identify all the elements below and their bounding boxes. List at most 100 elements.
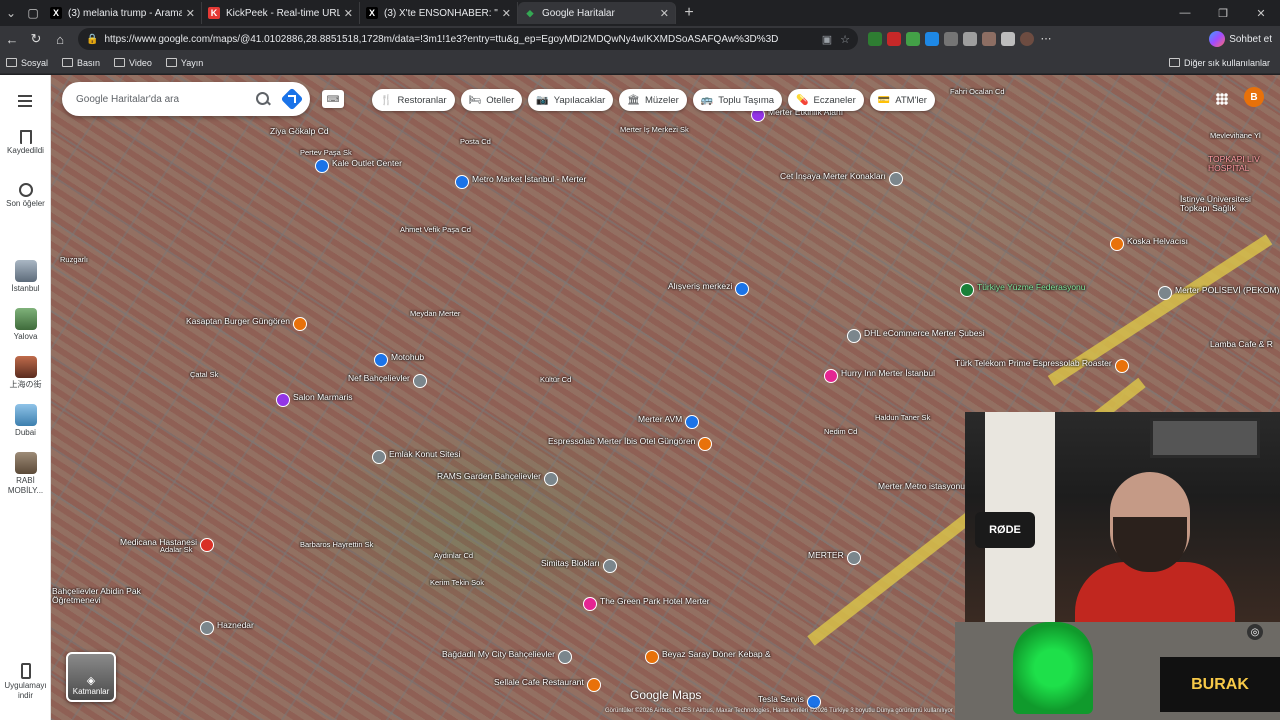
chip-museums[interactable]: 🏛 Müzeler <box>619 89 687 111</box>
lock-icon[interactable]: 🔒 <box>86 34 98 45</box>
bookmark-folder-basin[interactable]: Basın <box>62 58 100 68</box>
sidebar-item-shanghai[interactable]: 上海の街 <box>0 356 51 390</box>
account-avatar[interactable]: B <box>1244 87 1264 107</box>
poi-marker[interactable]: DHL eCommerce Merter Şubesi <box>847 329 985 343</box>
sidebar-item-rabi[interactable]: RABİ MOBİLY... <box>0 452 51 496</box>
poi-marker[interactable]: Cet İnşaya Merter Konakları <box>780 172 903 186</box>
layers-button[interactable]: ◈ Katmanlar <box>66 652 116 702</box>
poi-marker[interactable]: Kasaptan Burger Güngören <box>186 317 307 331</box>
other-favorites[interactable]: Diğer sık kullanılanlar <box>1168 58 1270 68</box>
bookmark-folder-video[interactable]: Video <box>114 58 152 68</box>
extension-icon[interactable] <box>963 32 977 46</box>
extension-icon[interactable] <box>868 32 882 46</box>
poi-marker[interactable]: Kale Outlet Center <box>315 159 402 173</box>
menu-icon[interactable] <box>18 95 32 110</box>
workspaces-icon[interactable]: ▢ <box>22 2 44 24</box>
close-icon[interactable]: ✕ <box>502 7 511 20</box>
shopping-pin-icon <box>685 415 700 429</box>
close-icon[interactable]: ✕ <box>660 7 669 20</box>
poi-marker[interactable]: Haznedar <box>200 621 254 635</box>
poi-marker[interactable]: Salon Marmaris <box>276 393 353 407</box>
back-arrow-icon[interactable]: ← <box>0 32 24 47</box>
sidebar-item-istanbul[interactable]: İstanbul <box>0 260 51 294</box>
bookmark-folder-yayin[interactable]: Yayın <box>165 58 203 68</box>
url-field[interactable]: 🔒 https://www.google.com/maps/@41.010288… <box>78 28 858 50</box>
chip-restaurants[interactable]: 🍴 Restoranlar <box>372 89 455 111</box>
poi-marker[interactable]: Koska Helvacısı <box>1110 237 1188 251</box>
poi-marker[interactable]: Espressolab Merter İbis Otel Güngören <box>548 437 713 451</box>
copilot-button[interactable]: Sohbet et <box>1209 31 1272 47</box>
poi-marker[interactable]: Türkiye Yüzme Federasyonu <box>960 283 1086 297</box>
tab-4[interactable]: ◆ Google Haritalar ✕ <box>518 2 676 24</box>
poi-marker[interactable]: Alışveriş merkezi <box>668 282 750 296</box>
folder-icon <box>1168 58 1180 67</box>
poi-marker[interactable]: Tesla Servis <box>758 695 821 709</box>
poi-marker[interactable]: Sellale Cafe Restaurant <box>494 678 601 692</box>
place-pin-icon <box>888 172 903 186</box>
poi-label: TOPKAPI LIV HOSPITAL <box>1208 154 1260 173</box>
poi-marker[interactable]: Türk Telekom Prime Espressolab Roaster <box>955 359 1129 373</box>
split-view-icon[interactable]: ▣ <box>822 33 832 46</box>
tab-menu-icon[interactable]: ⌄ <box>0 2 22 24</box>
poi-marker[interactable]: Beyaz Saray Döner Kebap & <box>645 650 771 664</box>
poi-marker[interactable]: Nef Bahçelievler <box>348 374 427 388</box>
new-tab-button[interactable]: + <box>676 4 702 22</box>
poi-marker[interactable]: Metro Market İstanbul - Merter <box>455 175 586 189</box>
extension-icon[interactable] <box>906 32 920 46</box>
extension-icon[interactable] <box>982 32 996 46</box>
sidebar-item-label: 上海の街 <box>9 380 42 389</box>
poi-marker[interactable]: Emlak Konut Sitesi <box>372 450 460 464</box>
place-pin-icon <box>412 374 427 388</box>
maximize-icon[interactable]: ❐ <box>1204 7 1242 20</box>
tab-1[interactable]: X (3) melania trump - Arama / X ✕ <box>44 2 202 24</box>
poi-marker[interactable]: The Green Park Hotel Merter <box>583 597 710 611</box>
chip-hotels[interactable]: 🛏 Oteller <box>460 89 523 111</box>
chip-pharmacies[interactable]: 💊 Eczaneler <box>788 89 864 111</box>
more-menu-icon[interactable]: ⋯ <box>1039 32 1053 46</box>
search-box[interactable]: Google Haritalar'da ara <box>62 82 310 116</box>
keyboard-icon[interactable]: ⌨ <box>322 90 344 108</box>
poi-marker[interactable]: RAMS Garden Bahçelievler <box>437 472 558 486</box>
poi-marker[interactable]: Bahçelievler Abidin Pak Öğretmenevi <box>52 587 142 605</box>
poi-marker[interactable]: TOPKAPI LIV HOSPITAL <box>1208 155 1280 173</box>
poi-marker[interactable]: Motohub <box>374 353 424 367</box>
poi-marker[interactable]: İstinye Üniversitesi Topkapı Sağlık <box>1180 195 1280 213</box>
sidebar-item-saved[interactable]: Kaydedildi <box>0 130 51 156</box>
poi-marker[interactable]: Merter AVM <box>638 415 700 429</box>
search-icon[interactable] <box>256 92 270 106</box>
poi-marker[interactable]: Merter POLİSEVİ (PEKOM) <box>1158 286 1279 300</box>
bookmark-folder-sosyal[interactable]: Sosyal <box>6 58 48 68</box>
close-icon[interactable]: ✕ <box>186 7 195 20</box>
sidebar-item-yalova[interactable]: Yalova <box>0 308 51 342</box>
street-label: Aydınlar Cd <box>434 551 474 560</box>
poi-marker[interactable]: Hurry Inn Merter İstanbul <box>824 369 935 383</box>
chip-atms[interactable]: 💳 ATM'ler <box>869 89 935 111</box>
sidebar-item-recent[interactable]: Son öğeler <box>0 183 51 209</box>
close-window-icon[interactable]: ✕ <box>1242 7 1280 20</box>
close-icon[interactable]: ✕ <box>344 7 353 20</box>
poi-marker[interactable]: Bağdadlı My City Bahçelievler <box>442 650 572 664</box>
poi-marker[interactable]: Simitaş Blokları <box>541 559 617 573</box>
tab-3[interactable]: X (3) X'te ENSONHABER: "Mehmet Ş ✕ <box>360 2 518 24</box>
extension-icon[interactable] <box>925 32 939 46</box>
directions-icon[interactable] <box>280 87 304 111</box>
sidebar-item-dubai[interactable]: Dubai <box>0 404 51 438</box>
profile-avatar[interactable] <box>1020 32 1034 46</box>
tab-2[interactable]: K KickPeek - Real-time URL Crawler ✕ <box>202 2 360 24</box>
extension-icon[interactable] <box>1001 32 1015 46</box>
sidebar-item-get-app[interactable]: Uygulamayı indir <box>0 663 51 701</box>
poi-marker[interactable]: Medicana Hastanesi <box>120 538 215 552</box>
chip-transit[interactable]: 🚌 Toplu Taşıma <box>692 89 783 111</box>
favorite-star-icon[interactable]: ☆ <box>840 33 850 46</box>
extension-icon[interactable] <box>887 32 901 46</box>
chip-things-to-do[interactable]: 📷 Yapılacaklar <box>528 89 614 111</box>
reload-icon[interactable]: ↻ <box>24 31 48 47</box>
my-location-icon[interactable]: ◎ <box>1247 624 1263 640</box>
home-icon[interactable]: ⌂ <box>48 32 72 47</box>
extension-icon[interactable] <box>944 32 958 46</box>
minimize-icon[interactable]: — <box>1166 7 1204 20</box>
google-apps-icon[interactable] <box>1216 93 1228 105</box>
search-input[interactable]: Google Haritalar'da ara <box>76 94 256 105</box>
poi-marker[interactable]: MERTER <box>808 551 861 565</box>
poi-marker[interactable]: Lamba Cafe & R <box>1210 340 1273 349</box>
